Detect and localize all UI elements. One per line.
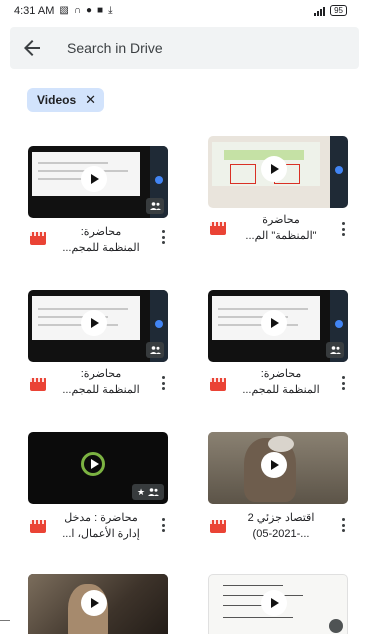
- gallery-icon: ▧: [59, 5, 69, 16]
- status-bar-right: 95: [314, 5, 347, 16]
- video-thumbnail[interactable]: [28, 574, 168, 634]
- shared-icon: [329, 619, 343, 633]
- status-bar-left: 4:31 AM ▧ ∩ ● ■ ⤓: [14, 5, 113, 17]
- filter-chip-label: Videos: [37, 93, 77, 107]
- shared-icon: [148, 488, 160, 496]
- status-bar: 4:31 AM ▧ ∩ ● ■ ⤓ 95: [0, 0, 369, 24]
- file-card[interactable]: [28, 574, 178, 634]
- file-card[interactable]: محاضرة "المنظمة" الم...: [208, 136, 358, 256]
- download-icon: ⤓: [108, 5, 113, 16]
- star-icon: ★: [136, 486, 146, 497]
- video-file-icon: [210, 520, 226, 533]
- file-name: محاضرة: المنظمة للمجم...: [242, 368, 320, 396]
- file-card[interactable]: محاضرة: المنظمة للمجم...: [208, 290, 358, 410]
- more-options-icon[interactable]: [158, 516, 168, 534]
- file-card[interactable]: محاضرة: المنظمة للمجم...: [28, 290, 178, 410]
- play-icon: [261, 156, 287, 182]
- video-file-icon: [30, 378, 46, 391]
- close-icon[interactable]: ✕: [85, 92, 96, 108]
- play-icon: [261, 452, 287, 478]
- video-thumbnail[interactable]: [208, 574, 348, 634]
- video-file-icon: [30, 520, 46, 533]
- battery-indicator: 95: [330, 5, 347, 16]
- play-icon: [261, 310, 287, 336]
- filter-chip-videos[interactable]: Videos ✕: [27, 88, 105, 112]
- more-options-icon[interactable]: [338, 374, 348, 392]
- chrome-icon: ●: [86, 5, 93, 16]
- video-thumbnail[interactable]: ★: [28, 432, 168, 504]
- play-icon: [81, 310, 107, 336]
- play-icon: [81, 590, 107, 616]
- file-name: محاضرة: المنظمة للمجم...: [62, 226, 140, 254]
- file-card[interactable]: محاضرة: المنظمة للمجم...: [28, 146, 178, 266]
- app-icon: ■: [97, 5, 104, 16]
- more-options-icon[interactable]: [338, 516, 348, 534]
- shared-icon: [146, 198, 164, 214]
- video-file-icon: [30, 232, 46, 245]
- back-arrow-icon[interactable]: [20, 36, 44, 60]
- drive-search-screen: 4:31 AM ▧ ∩ ● ■ ⤓ 95 Search in Drive Vid…: [0, 0, 369, 634]
- shared-icon: [326, 342, 344, 358]
- file-name: محاضرة : مدخل إدارة الأعمال، ا...: [62, 512, 140, 540]
- play-icon: [81, 452, 105, 476]
- file-name: محاضرة: المنظمة للمجم...: [62, 368, 140, 396]
- starred-shared-badge: ★: [132, 484, 164, 500]
- shared-icon: [146, 342, 164, 358]
- more-options-icon[interactable]: [158, 374, 168, 392]
- video-file-icon: [210, 222, 226, 235]
- file-card[interactable]: ★ محاضرة : مدخل إدارة الأعمال، ا...: [28, 432, 178, 552]
- video-thumbnail[interactable]: [208, 136, 348, 208]
- headset-icon: ∩: [73, 5, 81, 16]
- video-thumbnail[interactable]: [208, 290, 348, 362]
- status-time: 4:31 AM: [14, 5, 55, 17]
- video-thumbnail[interactable]: [28, 146, 168, 218]
- signal-icon: [314, 6, 326, 16]
- video-thumbnail[interactable]: [208, 432, 348, 504]
- side-panel: [330, 136, 348, 208]
- divider: [0, 620, 10, 621]
- play-icon: [261, 590, 287, 616]
- more-options-icon[interactable]: [338, 220, 348, 238]
- search-input[interactable]: Search in Drive: [67, 40, 163, 56]
- file-card[interactable]: [208, 574, 358, 634]
- search-bar[interactable]: Search in Drive: [10, 27, 359, 69]
- file-name: اقتصاد جزئي 2 ...-05-2021): [247, 512, 315, 540]
- file-name: محاضرة "المنظمة" الم...: [245, 214, 317, 242]
- more-options-icon[interactable]: [158, 228, 168, 246]
- video-thumbnail[interactable]: [28, 290, 168, 362]
- video-file-icon: [210, 378, 226, 391]
- file-card[interactable]: اقتصاد جزئي 2 ...-05-2021): [208, 432, 358, 552]
- play-icon: [81, 166, 107, 192]
